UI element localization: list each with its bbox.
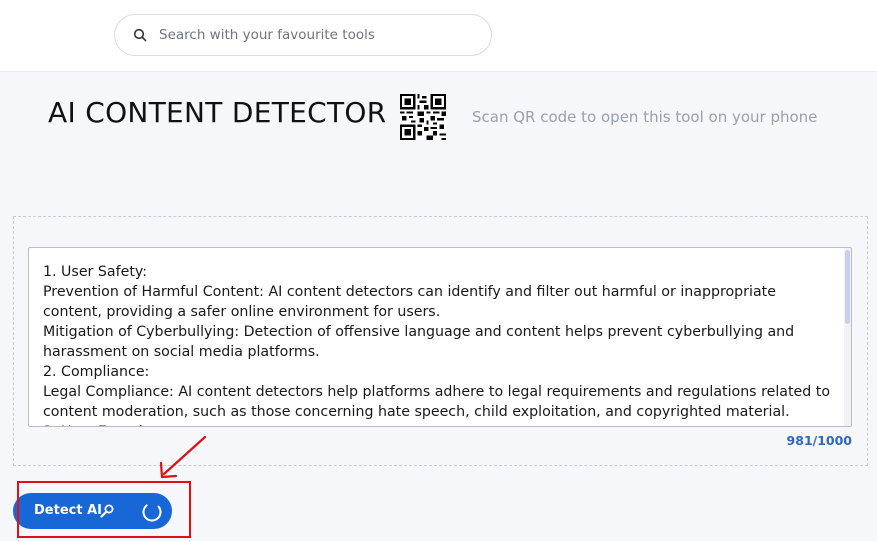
detect-ai-label: Detect AI — [34, 503, 102, 518]
content-text[interactable]: 1. User Safety: Prevention of Harmful Co… — [43, 262, 833, 426]
scrollbar-thumb[interactable] — [845, 250, 850, 324]
character-counter: 981/1000 — [786, 433, 852, 448]
search-icon — [133, 28, 147, 42]
page-title: AI CONTENT DETECTOR — [48, 96, 387, 129]
search-bar[interactable] — [114, 14, 492, 56]
magnifier-icon — [100, 504, 114, 518]
qr-hint-text: Scan QR code to open this tool on your p… — [472, 108, 818, 126]
top-bar — [0, 0, 877, 72]
detect-ai-button[interactable]: Detect AI — [13, 493, 172, 529]
textarea-scrollbar[interactable] — [844, 248, 851, 426]
qr-code-icon[interactable] — [400, 94, 446, 140]
loading-spinner-icon — [142, 502, 162, 522]
content-textarea[interactable]: 1. User Safety: Prevention of Harmful Co… — [28, 247, 852, 427]
search-input[interactable] — [159, 23, 479, 47]
